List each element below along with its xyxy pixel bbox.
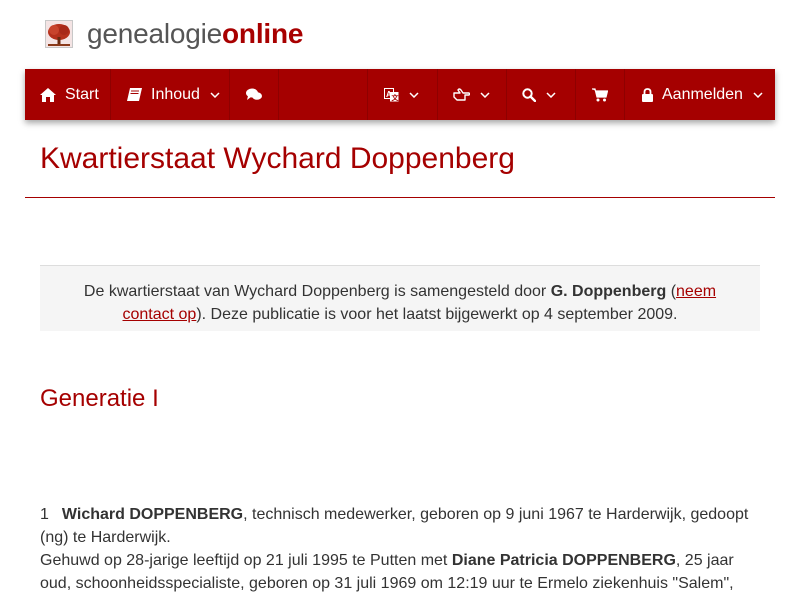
nav-login-label: Aanmelden (662, 85, 743, 103)
person-details-cont: (ng) te Harderwijk. (40, 529, 171, 546)
nav-language[interactable]: A 文 (368, 69, 438, 120)
contact-link-part2: contact op (122, 306, 197, 323)
brand-name-part1: genealogie (87, 18, 223, 49)
person-name: Wichard DOPPENBERG (61, 506, 244, 523)
brand[interactable]: genealogieonline (45, 18, 303, 50)
hand-point-icon (453, 88, 470, 101)
title-divider (25, 197, 775, 198)
chevron-down-icon (546, 91, 556, 98)
nav-start[interactable]: Start (25, 69, 111, 120)
person-entry: 1 Wichard DOPPENBERG, technisch medewerke… (40, 503, 760, 595)
person-details: , technisch medewerker, geboren op 9 jun… (243, 506, 749, 523)
contact-link-part1: neem (676, 283, 717, 300)
spouse-details: oud, schoonheidsspecialiste, geboren op … (40, 575, 734, 592)
nav-search[interactable] (507, 69, 576, 120)
svg-text:文: 文 (392, 93, 400, 102)
info-text-intro: De kwartierstaat van Wychard Doppenberg … (83, 283, 551, 300)
home-icon (40, 87, 56, 102)
info-author: G. Doppenberg (550, 283, 667, 300)
search-icon (522, 87, 536, 102)
nav-spacer (279, 69, 368, 120)
book-icon (127, 88, 142, 101)
chevron-down-icon (210, 91, 220, 98)
chevron-down-icon (753, 91, 763, 98)
main-navbar: Start Inhoud A 文 Aanmelden (25, 69, 775, 120)
page-title: Kwartierstaat Wychard Doppenberg (40, 142, 515, 175)
publication-info-panel: De kwartierstaat van Wychard Doppenberg … (40, 265, 760, 331)
nav-shop[interactable] (576, 69, 625, 120)
lock-icon (642, 87, 653, 102)
translate-icon: A 文 (384, 87, 400, 102)
spouse-name: Diane Patricia DOPPENBERG (451, 552, 676, 569)
comments-icon (246, 88, 262, 100)
nav-start-label: Start (65, 85, 99, 103)
spouse-age: , 25 jaar (675, 552, 734, 569)
brand-name: genealogieonline (87, 18, 303, 50)
nav-inhoud[interactable]: Inhoud (111, 69, 230, 120)
generation-heading: Generatie I (40, 385, 159, 412)
nav-forum[interactable] (230, 69, 279, 120)
entry-number: 1 (40, 506, 49, 523)
tree-logo-icon (45, 20, 73, 48)
brand-name-part2: online (222, 18, 304, 49)
cart-icon (592, 87, 608, 101)
nav-pointer[interactable] (438, 69, 507, 120)
info-paren-open: ( (666, 283, 677, 300)
nav-inhoud-label: Inhoud (151, 85, 200, 103)
chevron-down-icon (480, 91, 490, 98)
nav-login[interactable]: Aanmelden (625, 69, 775, 120)
marriage-text: Gehuwd op 28-jarige leeftijd op 21 juli … (40, 552, 452, 569)
info-text-updated: ). Deze publicatie is voor het laatst bi… (196, 306, 678, 323)
chevron-down-icon (409, 91, 419, 98)
